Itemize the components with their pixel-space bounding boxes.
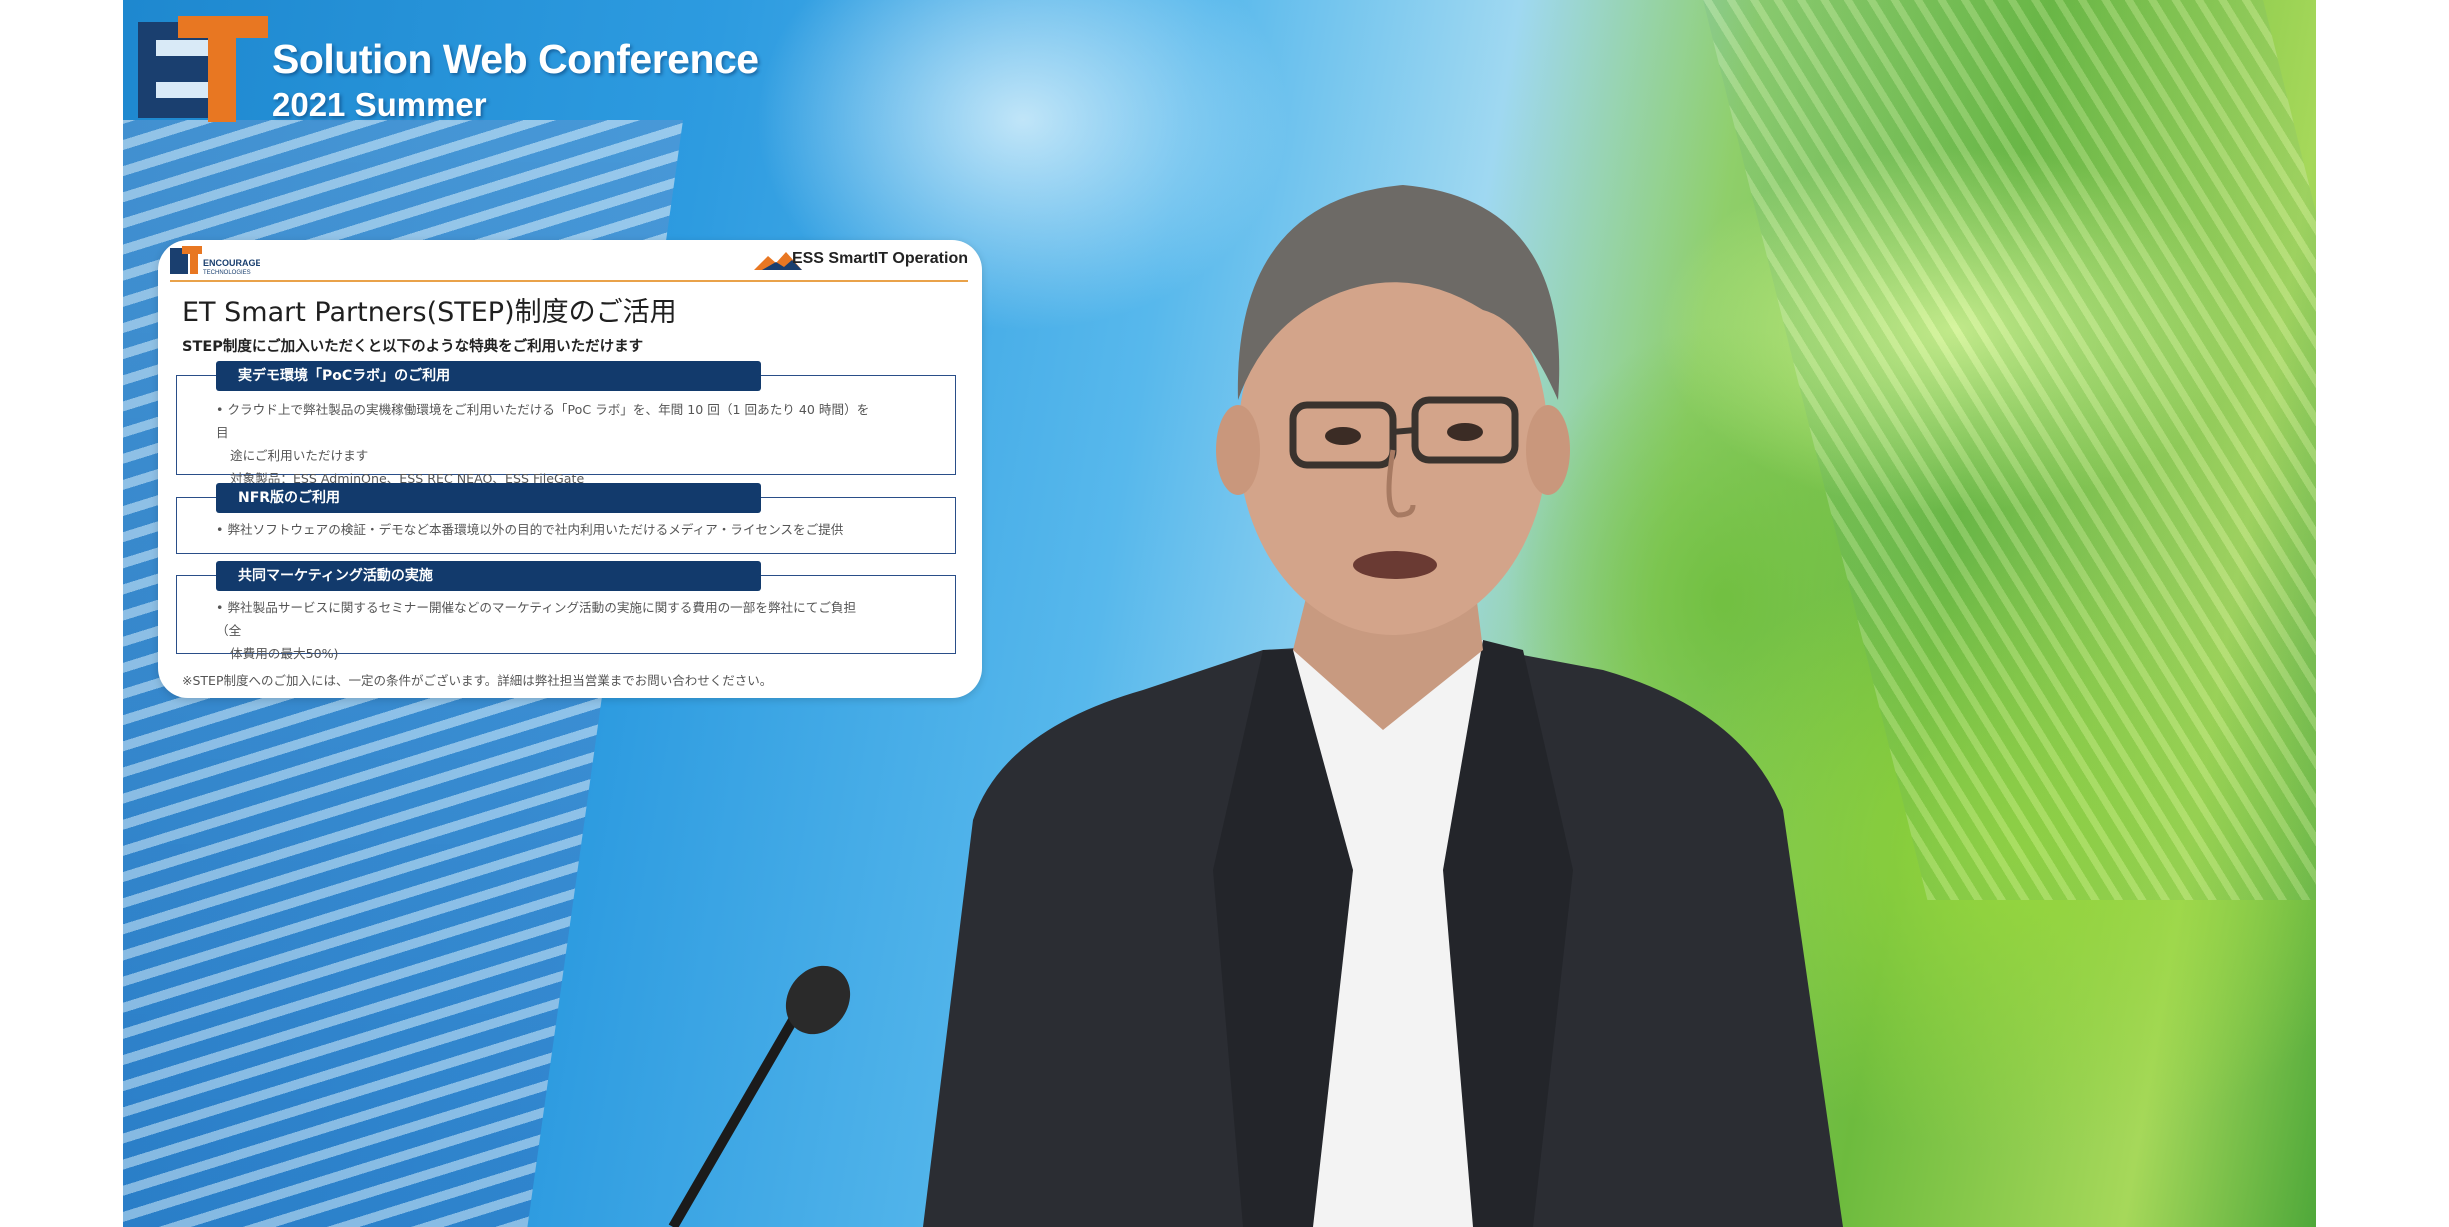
section-text-nfr: 弊社ソフトウェアの検証・デモなど本番環境以外の目的で社内利用いただけるメディア・… xyxy=(216,518,876,541)
section-heading-nfr: NFR版のご利用 xyxy=(216,483,761,513)
section-text-poc: クラウド上で弊社製品の実機稼働環境をご利用いただける「PoC ラボ」を、年間 1… xyxy=(216,398,876,490)
presentation-slide: ENCOURAGE TECHNOLOGIES ESS SmartIT Opera… xyxy=(158,240,982,698)
list-item: 弊社ソフトウェアの検証・デモなど本番環境以外の目的で社内利用いただけるメディア・… xyxy=(216,518,876,541)
list-item: クラウド上で弊社製品の実機稼働環境をご利用いただける「PoC ラボ」を、年間 1… xyxy=(216,398,876,444)
ess-smartit-logo: ESS SmartIT Operation xyxy=(748,248,968,274)
microphone xyxy=(668,965,851,1227)
section-text-marketing: 弊社製品サービスに関するセミナー開催などのマーケティング活動の実施に関する費用の… xyxy=(216,596,876,665)
slide-subtitle: STEP制度にご加入いただくと以下のような特典をご利用いただけます xyxy=(182,339,644,355)
list-item: 途にご利用いただけます xyxy=(230,448,369,463)
speaker-figure xyxy=(923,185,1843,1227)
conference-title: Solution Web Conference xyxy=(272,36,759,82)
list-item: 弊社製品サービスに関するセミナー開催などのマーケティング活動の実施に関する費用の… xyxy=(216,596,876,642)
slide-title: ET Smart Partners(STEP)制度のご活用 xyxy=(182,297,677,328)
slide-rule xyxy=(170,280,968,282)
encourage-technologies-logo-icon: ENCOURAGE TECHNOLOGIES xyxy=(170,246,260,276)
conference-brand: Solution Web Conference 2021 Summer xyxy=(138,16,798,126)
conference-subtitle: 2021 Summer xyxy=(272,86,487,123)
section-heading-poc: 実デモ環境「PoCラボ」のご利用 xyxy=(216,361,761,391)
list-item: 体費用の最大50%) xyxy=(230,646,339,661)
section-heading-marketing: 共同マーケティング活動の実施 xyxy=(216,561,761,591)
et-logo-icon xyxy=(138,16,268,122)
svg-text:TECHNOLOGIES: TECHNOLOGIES xyxy=(203,270,251,276)
svg-text:ENCOURAGE: ENCOURAGE xyxy=(203,258,260,268)
slide-footnote: ※STEP制度へのご加入には、一定の条件がございます。詳細は弊社担当営業までお問… xyxy=(182,673,773,688)
